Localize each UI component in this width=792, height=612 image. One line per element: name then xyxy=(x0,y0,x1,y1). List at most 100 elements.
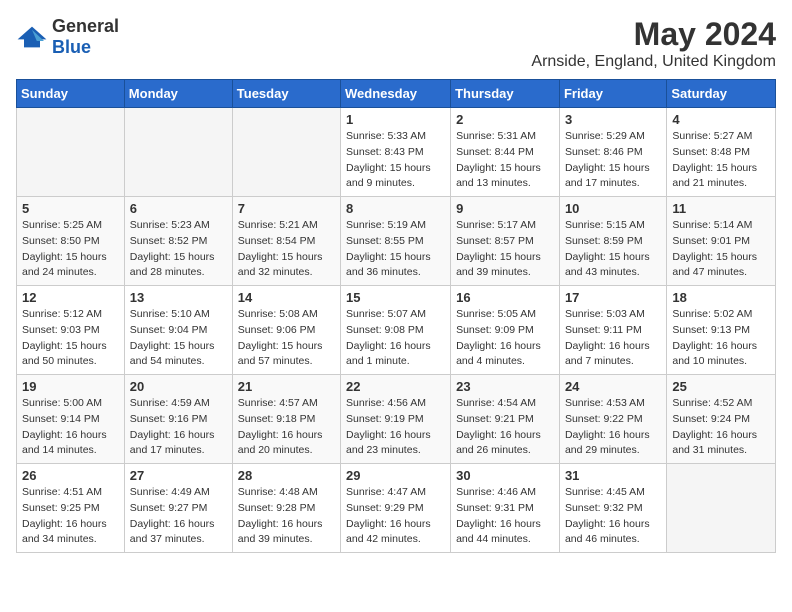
day-number: 10 xyxy=(565,201,661,216)
logo-blue: Blue xyxy=(52,37,91,57)
header-day: Sunday xyxy=(17,80,125,108)
day-info: Sunrise: 4:53 AM Sunset: 9:22 PM Dayligh… xyxy=(565,396,661,459)
calendar-cell: 29 Sunrise: 4:47 AM Sunset: 9:29 PM Dayli… xyxy=(341,464,451,553)
day-info: Sunrise: 5:05 AM Sunset: 9:09 PM Dayligh… xyxy=(456,307,554,370)
day-number: 11 xyxy=(672,201,770,216)
day-number: 28 xyxy=(238,468,335,483)
day-number: 14 xyxy=(238,290,335,305)
calendar-week-row: 1 Sunrise: 5:33 AM Sunset: 8:43 PM Daylig… xyxy=(17,108,776,197)
calendar-cell: 31 Sunrise: 4:45 AM Sunset: 9:32 PM Dayli… xyxy=(559,464,666,553)
day-info: Sunrise: 5:07 AM Sunset: 9:08 PM Dayligh… xyxy=(346,307,445,370)
day-number: 30 xyxy=(456,468,554,483)
day-number: 21 xyxy=(238,379,335,394)
day-info: Sunrise: 5:23 AM Sunset: 8:52 PM Dayligh… xyxy=(130,218,227,281)
calendar-cell: 19Sunrise: 5:00 AM Sunset: 9:14 PM Dayli… xyxy=(17,375,125,464)
day-info: Sunrise: 5:14 AM Sunset: 9:01 PM Dayligh… xyxy=(672,218,770,281)
day-number: 7 xyxy=(238,201,335,216)
day-info: Sunrise: 5:12 AM Sunset: 9:03 PM Dayligh… xyxy=(22,307,119,370)
header-day: Tuesday xyxy=(232,80,340,108)
day-info: Sunrise: 4:49 AM Sunset: 9:27 PM Dayligh… xyxy=(130,485,227,548)
calendar-cell: 1 Sunrise: 5:33 AM Sunset: 8:43 PM Daylig… xyxy=(341,108,451,197)
day-info: Sunrise: 4:54 AM Sunset: 9:21 PM Dayligh… xyxy=(456,396,554,459)
day-info: Sunrise: 5:21 AM Sunset: 8:54 PM Dayligh… xyxy=(238,218,335,281)
day-number: 16 xyxy=(456,290,554,305)
calendar-header: SundayMondayTuesdayWednesdayThursdayFrid… xyxy=(17,80,776,108)
title-area: May 2024 Arnside, England, United Kingdo… xyxy=(531,16,776,71)
calendar-cell: 12 Sunrise: 5:12 AM Sunset: 9:03 PM Dayli… xyxy=(17,286,125,375)
calendar-cell: 5 Sunrise: 5:25 AM Sunset: 8:50 PM Daylig… xyxy=(17,197,125,286)
calendar-cell: 8Sunrise: 5:19 AM Sunset: 8:55 PM Daylig… xyxy=(341,197,451,286)
calendar-cell: 13 Sunrise: 5:10 AM Sunset: 9:04 PM Dayli… xyxy=(124,286,232,375)
day-info: Sunrise: 4:52 AM Sunset: 9:24 PM Dayligh… xyxy=(672,396,770,459)
calendar-cell: 6 Sunrise: 5:23 AM Sunset: 8:52 PM Daylig… xyxy=(124,197,232,286)
calendar-week-row: 5 Sunrise: 5:25 AM Sunset: 8:50 PM Daylig… xyxy=(17,197,776,286)
logo-general: General xyxy=(52,16,119,36)
day-info: Sunrise: 5:25 AM Sunset: 8:50 PM Dayligh… xyxy=(22,218,119,281)
calendar-cell: 7 Sunrise: 5:21 AM Sunset: 8:54 PM Daylig… xyxy=(232,197,340,286)
day-number: 2 xyxy=(456,112,554,127)
calendar-cell: 21 Sunrise: 4:57 AM Sunset: 9:18 PM Dayli… xyxy=(232,375,340,464)
header-day: Wednesday xyxy=(341,80,451,108)
header-row: SundayMondayTuesdayWednesdayThursdayFrid… xyxy=(17,80,776,108)
day-info: Sunrise: 5:27 AM Sunset: 8:48 PM Dayligh… xyxy=(672,129,770,192)
day-info: Sunrise: 5:17 AM Sunset: 8:57 PM Dayligh… xyxy=(456,218,554,281)
day-info: Sunrise: 5:33 AM Sunset: 8:43 PM Dayligh… xyxy=(346,129,445,192)
calendar-cell: 30 Sunrise: 4:46 AM Sunset: 9:31 PM Dayli… xyxy=(451,464,560,553)
day-number: 19 xyxy=(22,379,119,394)
day-number: 26 xyxy=(22,468,119,483)
day-number: 29 xyxy=(346,468,445,483)
day-info: Sunrise: 4:45 AM Sunset: 9:32 PM Dayligh… xyxy=(565,485,661,548)
calendar-cell: 22Sunrise: 4:56 AM Sunset: 9:19 PM Dayli… xyxy=(341,375,451,464)
day-number: 25 xyxy=(672,379,770,394)
calendar-cell: 14Sunrise: 5:08 AM Sunset: 9:06 PM Dayli… xyxy=(232,286,340,375)
logo: General Blue xyxy=(16,16,119,58)
day-info: Sunrise: 4:46 AM Sunset: 9:31 PM Dayligh… xyxy=(456,485,554,548)
header-day: Friday xyxy=(559,80,666,108)
day-number: 12 xyxy=(22,290,119,305)
calendar-week-row: 12 Sunrise: 5:12 AM Sunset: 9:03 PM Dayli… xyxy=(17,286,776,375)
header-day: Monday xyxy=(124,80,232,108)
day-number: 1 xyxy=(346,112,445,127)
day-info: Sunrise: 5:03 AM Sunset: 9:11 PM Dayligh… xyxy=(565,307,661,370)
calendar-cell xyxy=(124,108,232,197)
calendar-cell: 17Sunrise: 5:03 AM Sunset: 9:11 PM Dayli… xyxy=(559,286,666,375)
day-number: 18 xyxy=(672,290,770,305)
calendar-cell: 4Sunrise: 5:27 AM Sunset: 8:48 PM Daylig… xyxy=(667,108,776,197)
calendar-week-row: 26Sunrise: 4:51 AM Sunset: 9:25 PM Dayli… xyxy=(17,464,776,553)
calendar-cell: 16 Sunrise: 5:05 AM Sunset: 9:09 PM Dayli… xyxy=(451,286,560,375)
month-title: May 2024 xyxy=(531,16,776,53)
day-number: 24 xyxy=(565,379,661,394)
calendar-cell: 23 Sunrise: 4:54 AM Sunset: 9:21 PM Dayli… xyxy=(451,375,560,464)
day-info: Sunrise: 4:47 AM Sunset: 9:29 PM Dayligh… xyxy=(346,485,445,548)
calendar-table: SundayMondayTuesdayWednesdayThursdayFrid… xyxy=(16,79,776,553)
day-info: Sunrise: 5:15 AM Sunset: 8:59 PM Dayligh… xyxy=(565,218,661,281)
day-info: Sunrise: 4:59 AM Sunset: 9:16 PM Dayligh… xyxy=(130,396,227,459)
day-number: 13 xyxy=(130,290,227,305)
calendar-cell xyxy=(667,464,776,553)
day-number: 3 xyxy=(565,112,661,127)
day-info: Sunrise: 5:19 AM Sunset: 8:55 PM Dayligh… xyxy=(346,218,445,281)
day-number: 31 xyxy=(565,468,661,483)
calendar-cell: 10 Sunrise: 5:15 AM Sunset: 8:59 PM Dayli… xyxy=(559,197,666,286)
header-day: Thursday xyxy=(451,80,560,108)
day-number: 20 xyxy=(130,379,227,394)
header: General Blue May 2024 Arnside, England, … xyxy=(16,16,776,71)
calendar-cell: 27 Sunrise: 4:49 AM Sunset: 9:27 PM Dayli… xyxy=(124,464,232,553)
calendar-cell xyxy=(232,108,340,197)
day-number: 6 xyxy=(130,201,227,216)
day-number: 23 xyxy=(456,379,554,394)
day-number: 5 xyxy=(22,201,119,216)
day-number: 27 xyxy=(130,468,227,483)
calendar-cell: 26Sunrise: 4:51 AM Sunset: 9:25 PM Dayli… xyxy=(17,464,125,553)
location-title: Arnside, England, United Kingdom xyxy=(531,53,776,71)
day-number: 15 xyxy=(346,290,445,305)
day-info: Sunrise: 5:29 AM Sunset: 8:46 PM Dayligh… xyxy=(565,129,661,192)
calendar-cell xyxy=(17,108,125,197)
day-info: Sunrise: 5:31 AM Sunset: 8:44 PM Dayligh… xyxy=(456,129,554,192)
calendar-cell: 25 Sunrise: 4:52 AM Sunset: 9:24 PM Dayli… xyxy=(667,375,776,464)
day-info: Sunrise: 4:57 AM Sunset: 9:18 PM Dayligh… xyxy=(238,396,335,459)
day-info: Sunrise: 5:02 AM Sunset: 9:13 PM Dayligh… xyxy=(672,307,770,370)
calendar-week-row: 19Sunrise: 5:00 AM Sunset: 9:14 PM Dayli… xyxy=(17,375,776,464)
day-info: Sunrise: 5:10 AM Sunset: 9:04 PM Dayligh… xyxy=(130,307,227,370)
calendar-cell: 15 Sunrise: 5:07 AM Sunset: 9:08 PM Dayli… xyxy=(341,286,451,375)
